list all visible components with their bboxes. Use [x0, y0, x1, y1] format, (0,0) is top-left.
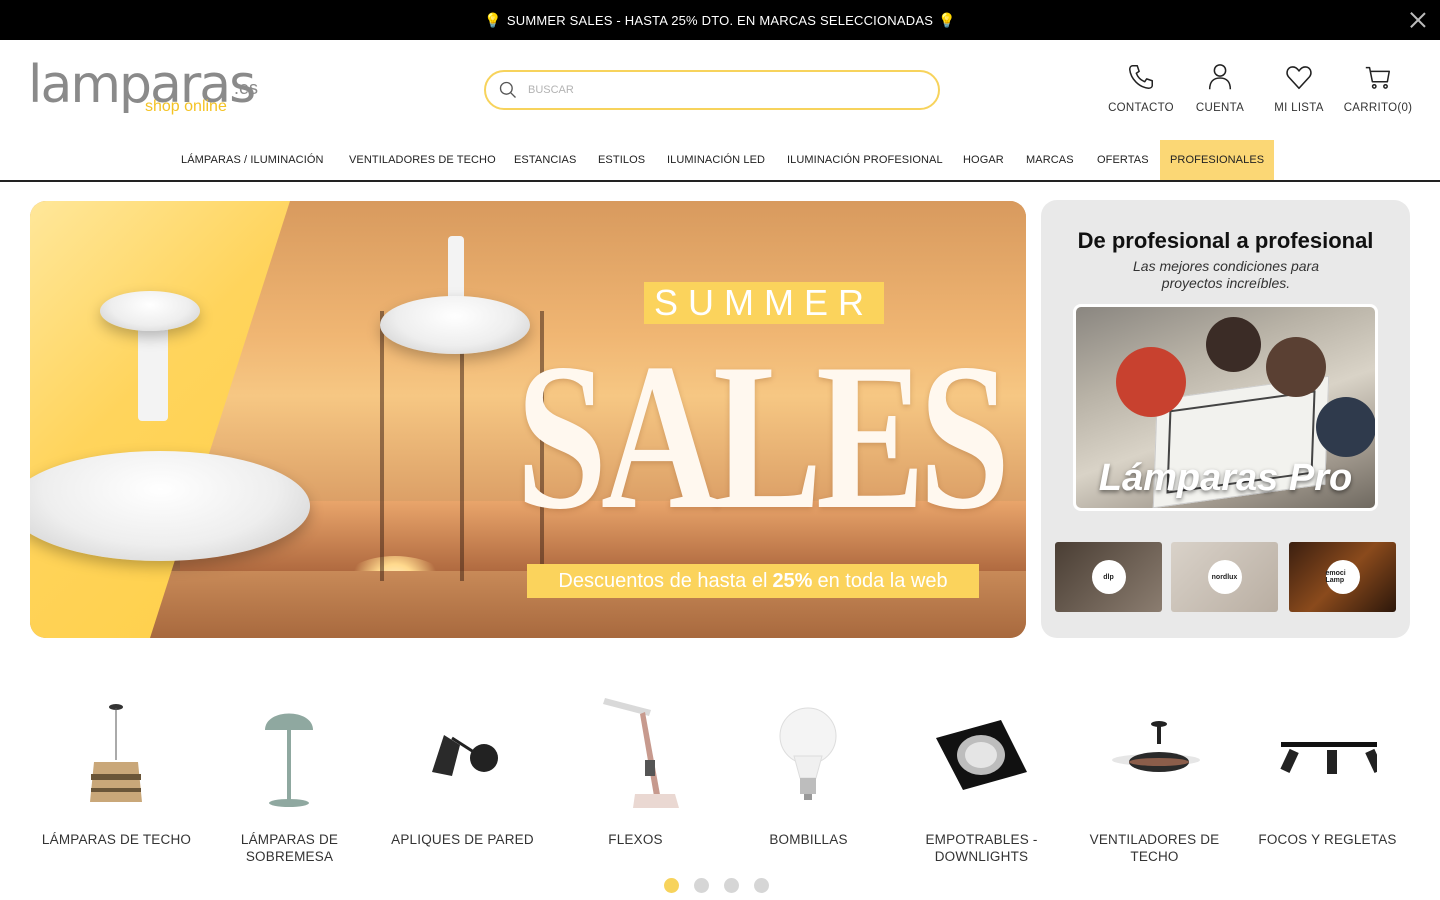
- brand-thumb-dlp[interactable]: dlp: [1055, 542, 1162, 612]
- wishlist-label: MI LISTA: [1274, 102, 1324, 114]
- category-label: FOCOS Y REGLETAS: [1258, 832, 1397, 847]
- category-item[interactable]: FLEXOS: [549, 680, 722, 870]
- table-lamp-image: [265, 713, 313, 807]
- close-icon[interactable]: [1408, 10, 1428, 30]
- hero-headline: SALES: [516, 320, 1010, 553]
- search-input[interactable]: [528, 84, 908, 96]
- category-label: BOMBILLAS: [769, 832, 848, 847]
- cart-label: CARRITO(0): [1343, 102, 1413, 114]
- cart-link[interactable]: CARRITO(0): [1333, 62, 1423, 114]
- category-label: VENTILADORES DE TECHO: [1089, 832, 1220, 864]
- ceiling-lamp-image: [90, 704, 142, 802]
- person-image: [1266, 337, 1326, 397]
- phone-icon: [1129, 65, 1153, 89]
- category-label: LÁMPARAS DE SOBREMESA: [240, 832, 339, 864]
- site-logo[interactable]: lamparas .es shop online: [28, 56, 268, 126]
- person-image: [1316, 397, 1375, 457]
- fan-canopy: [100, 291, 200, 331]
- category-item[interactable]: APLIQUES DE PARED: [376, 680, 549, 870]
- category-label: APLIQUES DE PARED: [391, 832, 534, 847]
- brand-logo: dlp: [1091, 560, 1126, 594]
- nav-item-marcas[interactable]: MARCAS: [1026, 140, 1074, 180]
- contact-label: CONTACTO: [1108, 102, 1174, 114]
- nav-item-lamparas[interactable]: LÁMPARAS / ILUMINACIÓN: [181, 140, 324, 180]
- nav-item-ventiladores[interactable]: VENTILADORES DE TECHO: [349, 140, 496, 180]
- user-icon: [1208, 64, 1232, 90]
- logo-tld: .es: [234, 78, 259, 98]
- category-item[interactable]: LÁMPARAS DE TECHO: [30, 680, 203, 870]
- contact-link[interactable]: CONTACTO: [1096, 62, 1186, 114]
- nav-item-ofertas[interactable]: OFERTAS: [1097, 140, 1149, 180]
- cart-icon: [1365, 66, 1390, 89]
- heart-icon: [1286, 66, 1312, 90]
- carousel-dot[interactable]: [754, 878, 769, 893]
- hero-banner[interactable]: SUMMER SALES Descuentos de hasta el 25% …: [30, 201, 1026, 638]
- hero-kicker: SUMMER: [644, 282, 884, 324]
- search-icon[interactable]: [498, 80, 518, 100]
- promo-text: SUMMER SALES - HASTA 25% DTO. EN MARCAS …: [506, 12, 934, 28]
- category-item[interactable]: EMPOTRABLES - DOWNLIGHTS: [895, 680, 1068, 870]
- carousel-dot[interactable]: [664, 878, 679, 893]
- wall-lamp-image: [432, 735, 498, 776]
- category-item[interactable]: FOCOS Y REGLETAS: [1241, 680, 1414, 870]
- hero-discount-suffix: en toda la web: [817, 569, 948, 592]
- hero-discount-value: 25%: [772, 569, 813, 592]
- nav-item-hogar[interactable]: HOGAR: [963, 140, 1004, 180]
- brand-thumb-emoci[interactable]: emoci Lamp: [1289, 542, 1396, 612]
- pro-team-photo[interactable]: Lámparas Pro: [1073, 304, 1378, 511]
- search-box[interactable]: [484, 70, 940, 110]
- nav-item-led[interactable]: ILUMINACIÓN LED: [667, 140, 765, 180]
- category-carousel: LÁMPARAS DE TECHO LÁMPARAS DE SOBREMESA …: [30, 680, 1410, 870]
- brand-thumb-nordlux[interactable]: nordlux: [1171, 542, 1278, 612]
- light-bulb-image: [779, 707, 837, 800]
- category-label: FLEXOS: [608, 832, 663, 847]
- downlight-image: [936, 720, 1027, 790]
- lightbulb-icon: 💡: [938, 11, 956, 28]
- brand-logo: emoci Lamp: [1325, 560, 1360, 594]
- brand-thumbnails: dlp nordlux emoci Lamp: [1055, 542, 1397, 612]
- carousel-dot[interactable]: [694, 878, 709, 893]
- person-image: [1206, 317, 1261, 372]
- nav-item-estilos[interactable]: ESTILOS: [598, 140, 645, 180]
- brand-logo: nordlux: [1207, 560, 1242, 594]
- account-link[interactable]: CUENTA: [1175, 62, 1265, 114]
- person-image: [1116, 347, 1186, 417]
- hero-discount-prefix: Descuentos de hasta el: [558, 569, 768, 592]
- nav-item-profesional[interactable]: ILUMINACIÓN PROFESIONAL: [787, 140, 943, 180]
- category-label: EMPOTRABLES - DOWNLIGHTS: [925, 832, 1038, 864]
- desk-lamp-image: [603, 698, 679, 808]
- category-item[interactable]: BOMBILLAS: [722, 680, 895, 870]
- ceiling-fan-image: [380, 296, 530, 354]
- pro-promo-card[interactable]: De profesional a profesional Las mejores…: [1041, 200, 1410, 638]
- nav-item-profesionales[interactable]: PROFESIONALES: [1160, 140, 1275, 180]
- carousel-dot[interactable]: [724, 878, 739, 893]
- category-item[interactable]: LÁMPARAS DE SOBREMESA: [203, 680, 376, 870]
- promo-bar: 💡 SUMMER SALES - HASTA 25% DTO. EN MARCA…: [0, 0, 1440, 40]
- pro-brand: Lámparas Pro: [1098, 457, 1353, 499]
- wishlist-link[interactable]: MI LISTA: [1254, 62, 1344, 114]
- category-item[interactable]: VENTILADORES DE TECHO: [1068, 680, 1241, 870]
- pro-title: De profesional a profesional: [1077, 228, 1374, 253]
- lightbulb-icon: 💡: [484, 11, 502, 28]
- spotlight-bar-image: [1280, 742, 1377, 774]
- pro-subtitle: Las mejores condiciones para proyectos i…: [1133, 258, 1319, 291]
- window-frame: [380, 311, 384, 581]
- main-nav: LÁMPARAS / ILUMINACIÓN VENTILADORES DE T…: [0, 140, 1440, 182]
- account-label: CUENTA: [1195, 102, 1245, 114]
- nav-item-estancias[interactable]: ESTANCIAS: [514, 140, 576, 180]
- logo-tagline: shop online: [145, 98, 227, 115]
- ceiling-fan-image: [1112, 721, 1200, 772]
- hero-discount: Descuentos de hasta el 25% en toda la we…: [527, 564, 979, 598]
- category-label: LÁMPARAS DE TECHO: [41, 832, 192, 847]
